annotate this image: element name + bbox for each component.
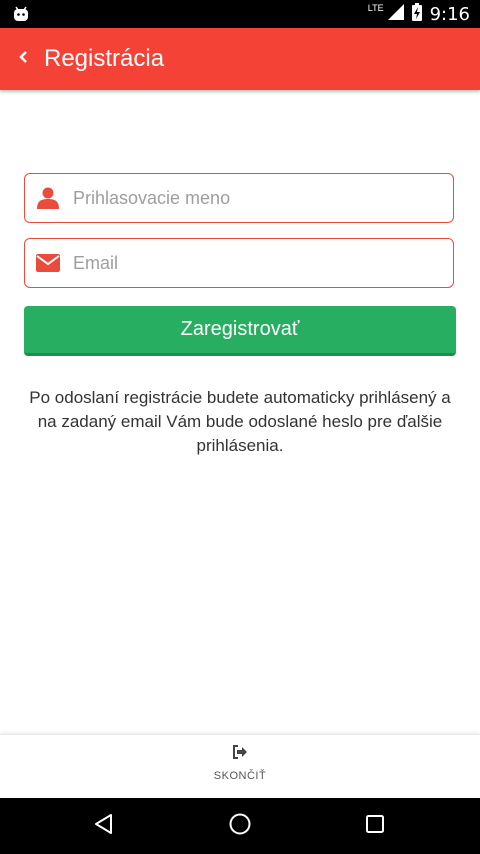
triangle-back-icon: [93, 813, 115, 840]
nav-back-button[interactable]: [88, 810, 120, 842]
username-field[interactable]: [24, 173, 454, 223]
envelope-icon: [25, 254, 71, 272]
back-button[interactable]: [4, 28, 44, 90]
page-title: Registrácia: [44, 45, 165, 72]
android-robot-icon: [12, 5, 30, 23]
clock: 9:16: [429, 3, 470, 25]
chevron-left-icon: [18, 50, 30, 69]
system-nav-bar: [0, 798, 480, 854]
square-recents-icon: [365, 814, 385, 839]
app-bar: Registrácia: [0, 28, 480, 90]
nav-home-button[interactable]: [224, 810, 256, 842]
battery-charging-icon: [411, 2, 422, 26]
network-type: LTE: [367, 3, 384, 13]
username-input[interactable]: [71, 186, 435, 210]
info-text: Po odoslaní registrácie budete automatic…: [29, 388, 451, 455]
signal-icon: [387, 3, 404, 25]
register-button[interactable]: Zaregistrovať: [24, 306, 456, 356]
exit-button[interactable]: SKONČIŤ: [190, 745, 290, 793]
circle-home-icon: [228, 812, 252, 841]
status-bar: LTE 9:16: [0, 0, 480, 28]
nav-recents-button[interactable]: [359, 810, 391, 842]
sign-out-icon: [232, 745, 248, 764]
exit-label: SKONČIŤ: [213, 770, 267, 782]
bottom-bar: SKONČIŤ: [0, 734, 480, 799]
email-input[interactable]: [71, 251, 435, 275]
email-field[interactable]: [24, 238, 454, 288]
user-icon: [25, 186, 71, 210]
